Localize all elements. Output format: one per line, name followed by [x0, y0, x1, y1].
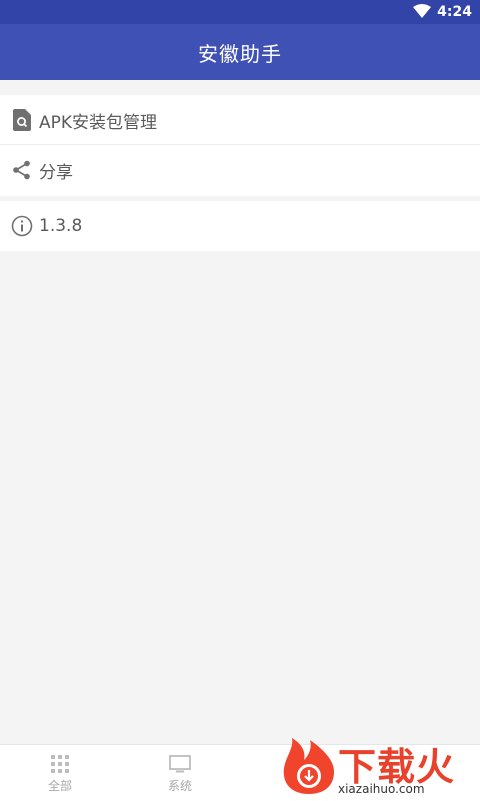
share-icon — [11, 159, 33, 181]
watermark-url: xiazaihuo.com — [338, 782, 425, 796]
version-label: 1.3.8 — [39, 216, 83, 236]
nav-item-label: 系统 — [167, 778, 192, 793]
wifi-icon — [413, 3, 432, 22]
monitor-icon — [169, 753, 191, 775]
menu-item-apk-manager[interactable]: APK安装包管理 — [0, 95, 480, 145]
version-row[interactable]: 1.3.8 — [0, 201, 480, 251]
nav-item-label: 全部 — [47, 778, 72, 793]
status-time: 4:24 — [437, 4, 472, 20]
grid-icon — [49, 753, 71, 775]
version-card: 1.3.8 — [0, 201, 480, 251]
menu-card: APK安装包管理 分享 — [0, 95, 480, 196]
watermark: 下载火 xiazaihuo.com — [282, 734, 478, 798]
menu-item-label: APK安装包管理 — [39, 112, 158, 133]
apk-file-search-icon — [11, 109, 33, 131]
menu-item-share[interactable]: 分享 — [0, 145, 480, 195]
nav-item-system[interactable]: 系统 — [120, 745, 240, 801]
info-icon — [11, 215, 33, 237]
status-indicators: 4:24 — [413, 0, 472, 24]
nav-item-all[interactable]: 全部 — [0, 745, 120, 801]
watermark-logo-icon — [282, 738, 336, 798]
status-bar: 4:24 — [0, 0, 480, 24]
app-bar: 安徽助手 — [0, 24, 480, 80]
page-title: 安徽助手 — [198, 41, 282, 66]
menu-item-label: 分享 — [39, 162, 73, 183]
